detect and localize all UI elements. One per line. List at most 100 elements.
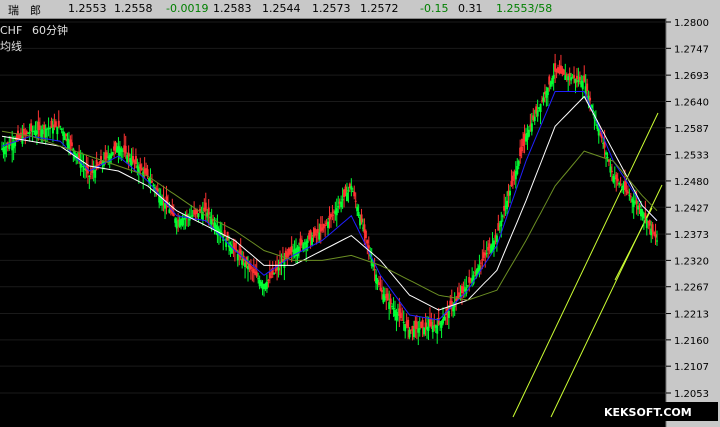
chart-sub-label: 均线 bbox=[0, 39, 22, 53]
candle-body bbox=[277, 267, 280, 271]
candle-body bbox=[366, 240, 369, 244]
candle-body bbox=[618, 182, 621, 185]
candle-body bbox=[418, 328, 421, 330]
candle-body bbox=[386, 293, 389, 301]
candle-body bbox=[41, 129, 44, 135]
quote-field: 1.2558 bbox=[114, 2, 153, 15]
candle-body bbox=[656, 240, 658, 242]
candle-body bbox=[411, 326, 414, 330]
candle-body bbox=[478, 265, 481, 271]
quote-field: 1.2573 bbox=[312, 2, 351, 15]
candle-body bbox=[436, 325, 439, 334]
candle-body bbox=[3, 146, 6, 155]
candle-body bbox=[341, 199, 344, 201]
candle-body bbox=[354, 200, 357, 202]
candle-body bbox=[401, 319, 404, 321]
series-line-ma2 bbox=[1, 95, 658, 311]
candle-body bbox=[257, 278, 260, 280]
candle-body bbox=[410, 329, 413, 331]
candle-body bbox=[635, 200, 638, 204]
candle-body bbox=[88, 175, 91, 178]
candle-body bbox=[565, 74, 568, 76]
candle-body bbox=[546, 87, 549, 96]
candle-body bbox=[345, 192, 348, 202]
candle-body bbox=[628, 195, 631, 197]
watermark: KEKSOFT.COM bbox=[604, 406, 692, 419]
candle-body bbox=[249, 266, 252, 270]
candle-body bbox=[175, 220, 178, 229]
candle-body bbox=[447, 311, 450, 318]
candle-body bbox=[377, 282, 380, 285]
y-tick-label: 1.2800 bbox=[674, 18, 709, 29]
candle-body bbox=[443, 317, 446, 321]
candle-body bbox=[44, 128, 47, 138]
candle-body bbox=[265, 281, 268, 289]
quote-bar: 瑞 郎 1.2553 1.2558 -0.0019 1.2583 1.2544 … bbox=[0, 0, 720, 19]
candle-body bbox=[379, 287, 382, 291]
candle-body bbox=[412, 329, 415, 338]
y-tick-label: 1.2693 bbox=[674, 71, 709, 82]
candle-body bbox=[648, 220, 651, 226]
candle-body bbox=[60, 128, 63, 130]
candle-body bbox=[619, 184, 622, 186]
y-tick-label: 1.2213 bbox=[674, 310, 709, 321]
candle-body bbox=[309, 230, 312, 239]
candle-body bbox=[562, 69, 565, 75]
candle-body bbox=[589, 97, 592, 101]
candle-body bbox=[583, 75, 586, 82]
candle-body bbox=[360, 214, 363, 223]
series-line-ma1 bbox=[1, 91, 658, 321]
candle-body bbox=[57, 120, 60, 127]
candle-body bbox=[612, 175, 615, 183]
candle-body bbox=[38, 125, 41, 130]
candle-body bbox=[391, 306, 394, 308]
y-tick-label: 1.2640 bbox=[674, 97, 709, 108]
candle-body bbox=[347, 190, 350, 192]
candle-body bbox=[626, 191, 629, 194]
y-tick-label: 1.2427 bbox=[674, 203, 709, 214]
y-tick-label: 1.2107 bbox=[674, 362, 709, 373]
candle-body bbox=[89, 173, 92, 175]
candle-body bbox=[350, 185, 353, 190]
candle-body bbox=[423, 327, 426, 335]
candle-body bbox=[380, 289, 383, 293]
candle-body bbox=[506, 200, 509, 210]
candle-body bbox=[340, 201, 343, 208]
candle-body bbox=[632, 200, 635, 207]
candle-body bbox=[516, 166, 519, 175]
candle-body bbox=[302, 243, 305, 251]
candle-body bbox=[140, 168, 143, 171]
candle-body bbox=[567, 76, 570, 81]
candle-body bbox=[552, 74, 555, 79]
quote-field: 0.31 bbox=[458, 2, 483, 15]
candle-body bbox=[510, 181, 513, 186]
candle-body bbox=[629, 196, 632, 198]
candle-body bbox=[335, 208, 338, 216]
candle-body bbox=[152, 184, 155, 186]
y-tick-label: 1.2320 bbox=[674, 256, 709, 267]
candle-body bbox=[389, 298, 392, 305]
quote-field: 1.2572 bbox=[360, 2, 399, 15]
candle-body bbox=[184, 217, 187, 219]
ma-lines bbox=[1, 91, 658, 321]
trend-channel bbox=[512, 112, 663, 418]
candle-body bbox=[364, 230, 367, 239]
candle-body bbox=[367, 245, 370, 249]
candle-body bbox=[357, 211, 360, 217]
candle-body bbox=[625, 190, 628, 192]
candle-body bbox=[430, 321, 433, 327]
candle-body bbox=[43, 124, 46, 130]
candle-body bbox=[485, 252, 488, 254]
candle-body bbox=[322, 223, 325, 229]
candle-body bbox=[495, 235, 498, 242]
candle-body bbox=[651, 224, 654, 232]
candle-body bbox=[638, 205, 641, 208]
candle-body bbox=[542, 97, 545, 102]
candle-body bbox=[132, 156, 134, 162]
y-tick-label: 1.2480 bbox=[674, 177, 709, 188]
quote-symbol: 瑞 郎 bbox=[8, 4, 41, 17]
candle-body bbox=[146, 169, 149, 176]
candle-body bbox=[481, 258, 484, 261]
quote-field: -0.15 bbox=[420, 2, 449, 15]
candle-body bbox=[337, 206, 340, 208]
